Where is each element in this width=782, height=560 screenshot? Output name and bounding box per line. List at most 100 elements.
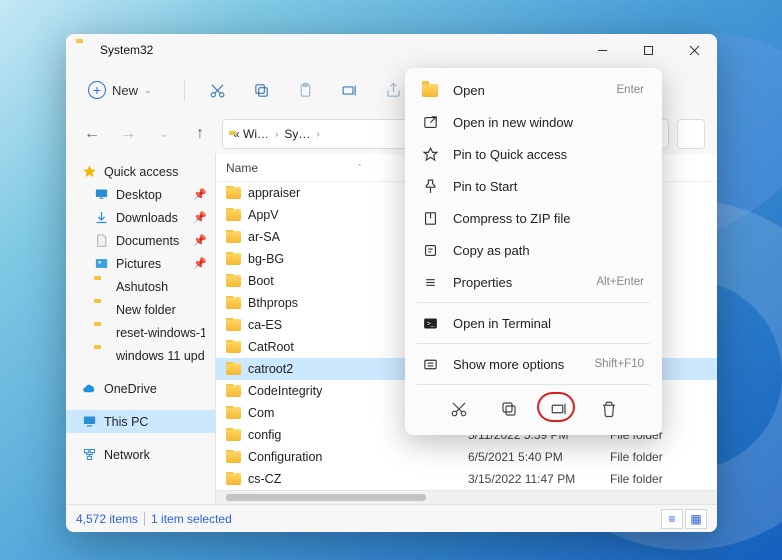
horizontal-scrollbar[interactable] xyxy=(216,490,717,504)
file-name: Bthprops xyxy=(248,296,298,310)
chevron-down-icon[interactable]: ⌄ xyxy=(150,120,178,148)
breadcrumb-part[interactable]: Sy… xyxy=(284,127,310,141)
new-button[interactable]: + New ⌄ xyxy=(78,76,162,104)
pin-icon xyxy=(421,177,439,195)
sidebar-item-documents[interactable]: Documents📌 xyxy=(66,229,215,252)
sidebar-item-quickaccess[interactable]: Quick access xyxy=(66,160,215,183)
svg-text:>_: >_ xyxy=(426,320,434,327)
status-bar: 4,572 items 1 item selected ≡ ▦ xyxy=(66,504,717,532)
folder-icon xyxy=(94,302,109,317)
scrollbar-thumb[interactable] xyxy=(226,494,426,501)
folder-icon xyxy=(226,385,241,397)
star-pin-icon xyxy=(421,145,439,163)
file-row[interactable]: Configuration6/5/2021 5:40 PMFile folder xyxy=(216,446,717,468)
file-name: CodeIntegrity xyxy=(248,384,322,398)
new-label: New xyxy=(112,83,138,98)
maximize-button[interactable] xyxy=(625,34,671,66)
copy-button[interactable] xyxy=(494,394,524,424)
star-icon xyxy=(82,164,97,179)
file-type: File folder xyxy=(610,472,663,486)
ctx-pin-start[interactable]: Pin to Start xyxy=(409,170,658,202)
sidebar-item-thispc[interactable]: This PC xyxy=(66,410,215,433)
folder-icon xyxy=(226,187,241,199)
more-icon xyxy=(421,355,439,373)
chevron-right-icon[interactable]: › xyxy=(314,129,321,140)
folder-icon xyxy=(226,429,241,441)
paste-icon[interactable] xyxy=(295,79,317,101)
folder-icon xyxy=(226,407,241,419)
folder-icon xyxy=(226,275,241,287)
sidebar: Quick access Desktop📌 Downloads📌 Documen… xyxy=(66,154,216,504)
back-button[interactable]: ← xyxy=(78,120,106,148)
ctx-pin-quick-access[interactable]: Pin to Quick access xyxy=(409,138,658,170)
ctx-copy-path[interactable]: Copy as path xyxy=(409,234,658,266)
file-name: Boot xyxy=(248,274,274,288)
titlebar: System32 xyxy=(66,34,717,66)
document-icon xyxy=(94,233,109,248)
sidebar-item-ashutosh[interactable]: Ashutosh xyxy=(66,275,215,298)
file-name: AppV xyxy=(248,208,279,222)
rename-icon[interactable] xyxy=(339,79,361,101)
ctx-compress-zip[interactable]: Compress to ZIP file xyxy=(409,202,658,234)
folder-icon xyxy=(226,363,241,375)
rename-button[interactable] xyxy=(544,394,574,424)
file-name: bg-BG xyxy=(248,252,284,266)
ctx-open[interactable]: Open Enter xyxy=(409,74,658,106)
window-title: System32 xyxy=(100,43,153,57)
folder-icon xyxy=(226,341,241,353)
minimize-button[interactable] xyxy=(579,34,625,66)
file-name: ca-ES xyxy=(248,318,282,332)
file-type: File folder xyxy=(610,450,663,464)
file-name: ar-SA xyxy=(248,230,280,244)
close-button[interactable] xyxy=(671,34,717,66)
pin-icon: 📌 xyxy=(193,234,207,247)
plus-icon: + xyxy=(88,81,106,99)
forward-button[interactable]: → xyxy=(114,120,142,148)
folder-icon xyxy=(226,253,241,265)
search-input[interactable] xyxy=(677,119,705,149)
delete-button[interactable] xyxy=(594,394,624,424)
cut-button[interactable] xyxy=(444,394,474,424)
sidebar-item-onedrive[interactable]: OneDrive xyxy=(66,377,215,400)
ctx-open-terminal[interactable]: >_ Open in Terminal xyxy=(409,307,658,339)
file-name: Configuration xyxy=(248,450,322,464)
sidebar-item-desktop[interactable]: Desktop📌 xyxy=(66,183,215,206)
details-view-button[interactable]: ≡ xyxy=(661,509,683,529)
file-date: 3/15/2022 11:47 PM xyxy=(468,472,610,486)
folder-icon xyxy=(421,81,439,99)
up-button[interactable]: ↑ xyxy=(186,120,214,148)
folder-icon xyxy=(226,231,241,243)
file-name: CatRoot xyxy=(248,340,294,354)
desktop-icon xyxy=(94,187,109,202)
status-selected-count: 1 item selected xyxy=(151,512,232,526)
sidebar-item-downloads[interactable]: Downloads📌 xyxy=(66,206,215,229)
sidebar-item-pictures[interactable]: Pictures📌 xyxy=(66,252,215,275)
share-icon[interactable] xyxy=(383,79,405,101)
copy-path-icon xyxy=(421,241,439,259)
file-name: appraiser xyxy=(248,186,300,200)
sidebar-item-reset[interactable]: reset-windows-11-settings xyxy=(66,321,215,344)
icons-view-button[interactable]: ▦ xyxy=(685,509,707,529)
cut-icon[interactable] xyxy=(207,79,229,101)
new-window-icon xyxy=(421,113,439,131)
sidebar-item-win11upd[interactable]: windows 11 update xyxy=(66,344,215,367)
pin-icon: 📌 xyxy=(193,211,207,224)
breadcrumb-part[interactable]: « Wi… xyxy=(233,127,269,141)
sidebar-item-network[interactable]: Network xyxy=(66,443,215,466)
divider xyxy=(417,384,650,385)
ctx-properties[interactable]: Properties Alt+Enter xyxy=(409,266,658,298)
chevron-down-icon: ⌄ xyxy=(144,85,152,96)
chevron-right-icon[interactable]: › xyxy=(273,129,280,140)
network-icon xyxy=(82,447,97,462)
folder-icon xyxy=(226,209,241,221)
folder-icon xyxy=(94,325,109,340)
sidebar-item-newfolder[interactable]: New folder xyxy=(66,298,215,321)
ctx-show-more[interactable]: Show more options Shift+F10 xyxy=(409,348,658,380)
ctx-button-row xyxy=(409,389,658,429)
copy-icon[interactable] xyxy=(251,79,273,101)
column-name[interactable]: Name xyxy=(226,161,258,175)
context-menu: Open Enter Open in new window Pin to Qui… xyxy=(405,68,662,435)
file-name: catroot2 xyxy=(248,362,293,376)
file-row[interactable]: cs-CZ3/15/2022 11:47 PMFile folder xyxy=(216,468,717,490)
ctx-open-new-window[interactable]: Open in new window xyxy=(409,106,658,138)
